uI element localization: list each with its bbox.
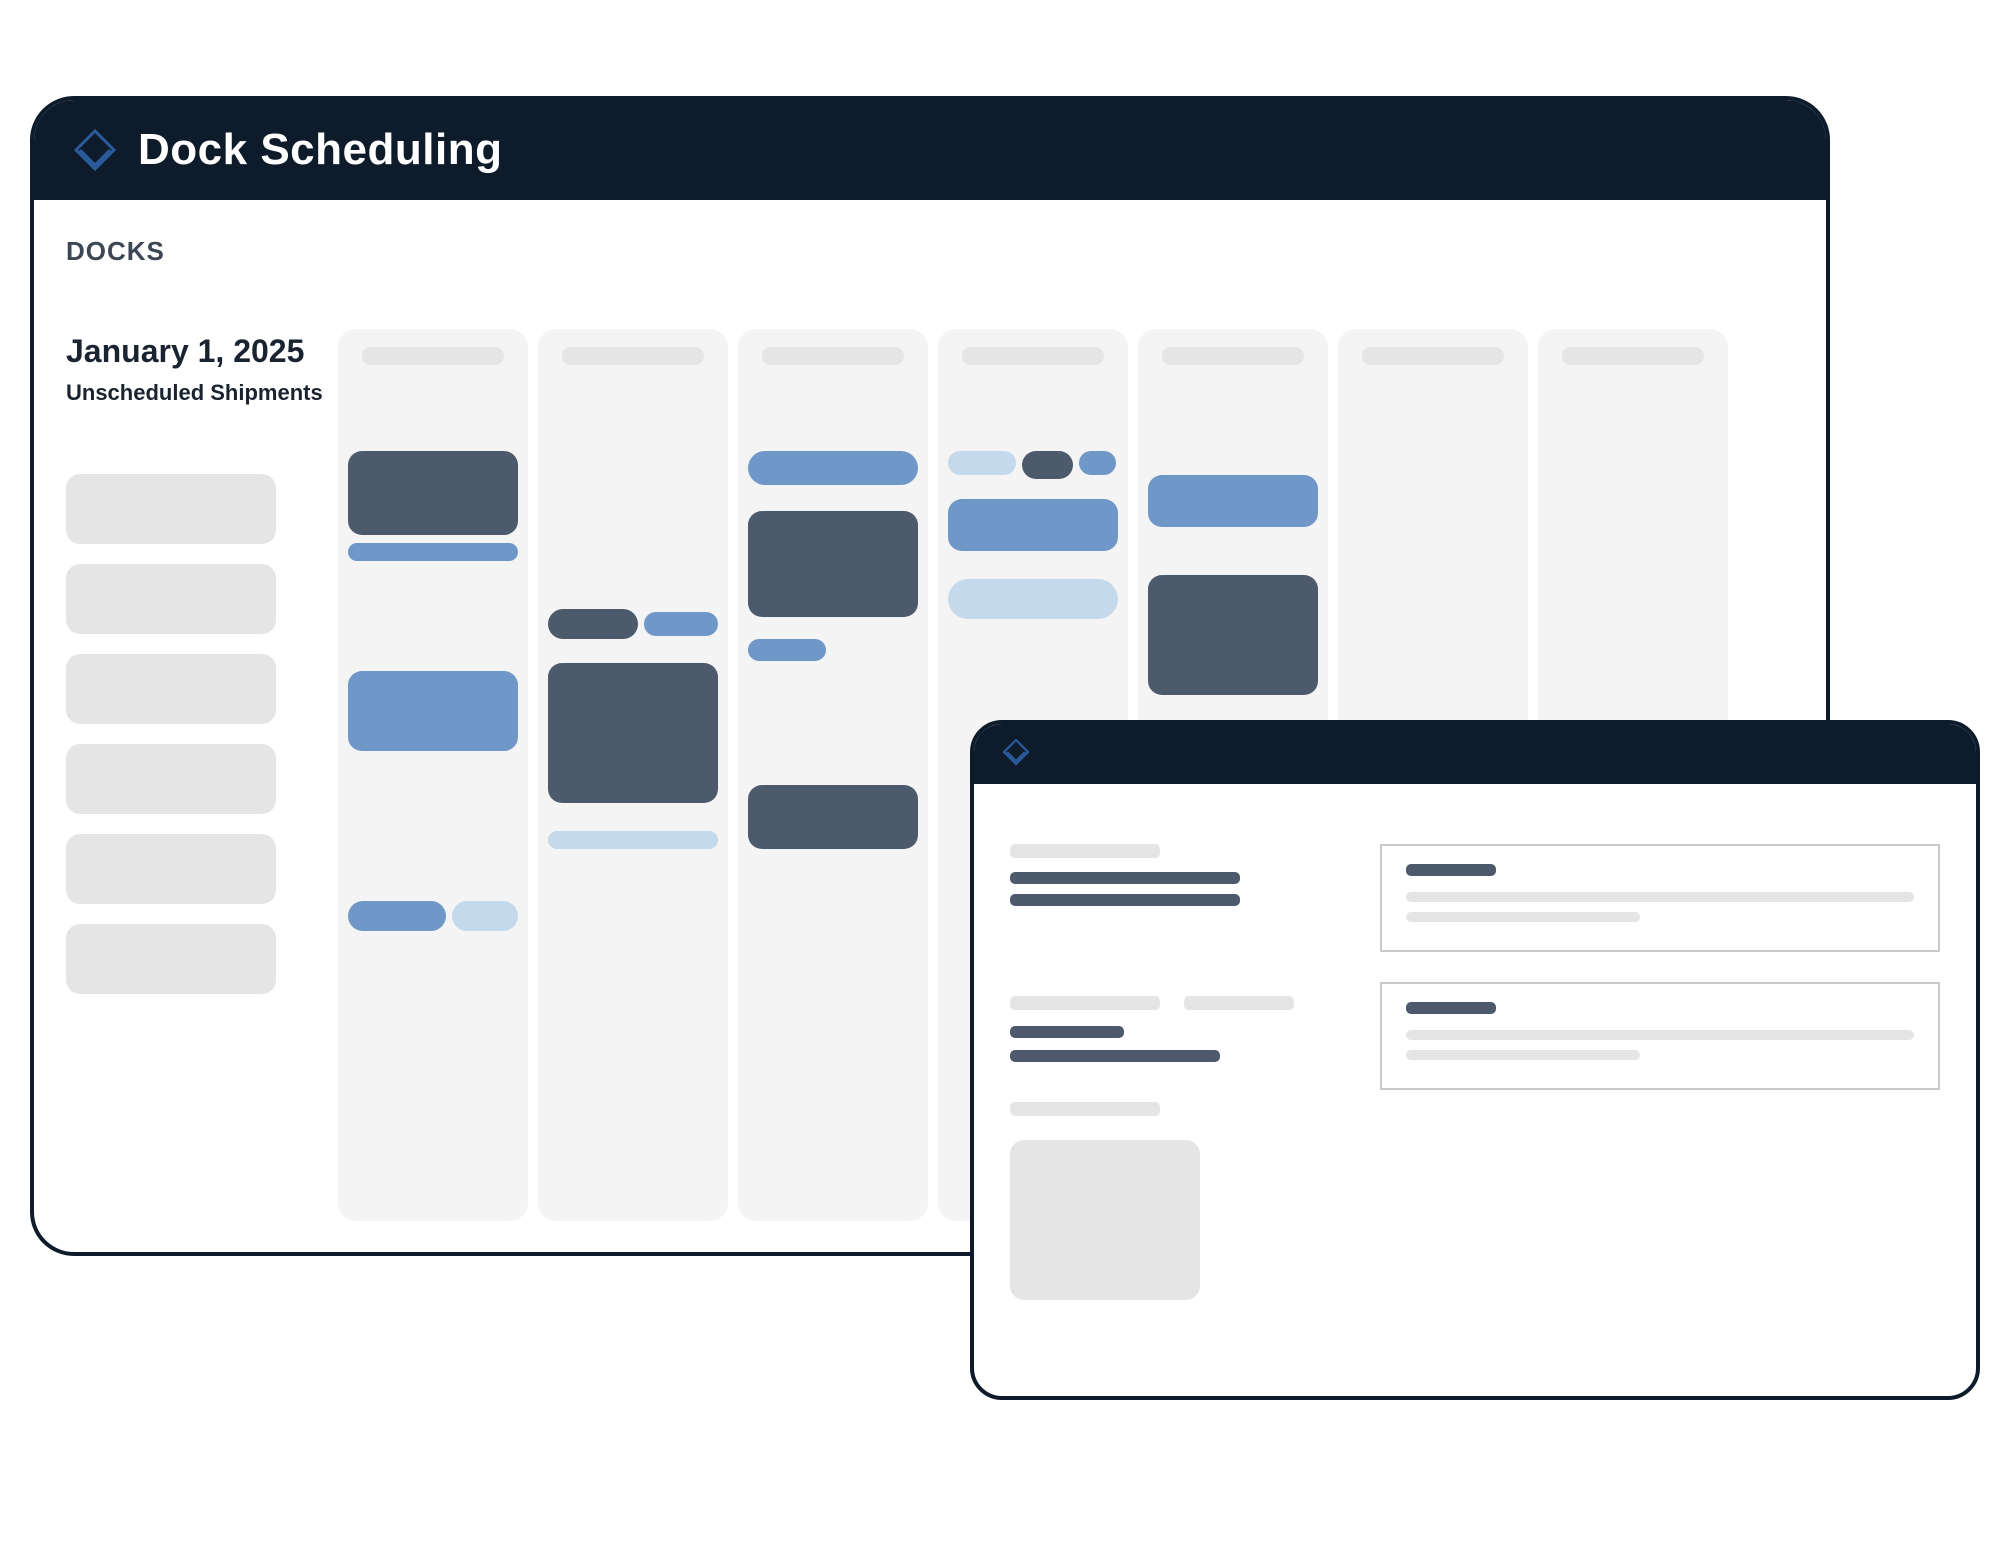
main-window-header: Dock Scheduling: [34, 100, 1826, 200]
dock-column-header: [362, 347, 504, 365]
field-label: [1010, 1102, 1160, 1116]
card-line: [1406, 892, 1914, 902]
dock-column-header: [762, 347, 904, 365]
dock-column-header: [1162, 347, 1304, 365]
field-value: [1010, 872, 1240, 884]
card-title: [1406, 1002, 1496, 1014]
appointment-block[interactable]: [748, 451, 918, 485]
field-label: [1010, 996, 1160, 1010]
dock-column[interactable]: [738, 329, 928, 1221]
appointment-block[interactable]: [748, 639, 826, 661]
appointment-block[interactable]: [548, 609, 638, 639]
card-title: [1406, 864, 1496, 876]
appointment-block[interactable]: [548, 663, 718, 803]
info-card[interactable]: [1380, 982, 1940, 1090]
section-label: DOCKS: [66, 236, 1794, 267]
dock-column[interactable]: [538, 329, 728, 1221]
dock-column-header: [1362, 347, 1504, 365]
field-label: [1184, 996, 1294, 1010]
unscheduled-shipment[interactable]: [66, 654, 276, 724]
appointment-block[interactable]: [452, 901, 518, 931]
field-value: [1010, 1026, 1124, 1038]
thumbnail[interactable]: [1010, 1140, 1200, 1300]
dock-column[interactable]: [338, 329, 528, 1221]
appointment-block[interactable]: [348, 451, 518, 535]
current-date: January 1, 2025: [66, 333, 328, 370]
detail-body: [974, 784, 1976, 1336]
dock-column-body: [548, 381, 718, 1221]
unscheduled-shipment[interactable]: [66, 474, 276, 544]
dock-column-header: [962, 347, 1104, 365]
appointment-block[interactable]: [644, 612, 718, 636]
unscheduled-shipment[interactable]: [66, 744, 276, 814]
appointment-block[interactable]: [1079, 451, 1116, 475]
appointment-block[interactable]: [548, 831, 718, 849]
app-logo-icon: [1002, 738, 1030, 771]
shipment-detail-window: [970, 720, 1980, 1400]
dock-column-body: [348, 381, 518, 1221]
appointment-block[interactable]: [948, 451, 1016, 475]
field-label: [1010, 844, 1160, 858]
appointment-block[interactable]: [948, 579, 1118, 619]
app-logo-icon: [74, 129, 116, 171]
appointment-block[interactable]: [1148, 575, 1318, 695]
appointment-block[interactable]: [1148, 475, 1318, 527]
dock-column-header: [562, 347, 704, 365]
field-value: [1010, 1050, 1220, 1062]
unscheduled-shipment[interactable]: [66, 834, 276, 904]
unscheduled-list: [66, 474, 328, 994]
appointment-block[interactable]: [348, 901, 446, 931]
appointment-block[interactable]: [748, 785, 918, 849]
info-card[interactable]: [1380, 844, 1940, 952]
appointment-block[interactable]: [948, 499, 1118, 551]
appointment-block[interactable]: [348, 543, 518, 561]
appointment-block[interactable]: [748, 511, 918, 617]
card-line: [1406, 1050, 1640, 1060]
unscheduled-heading: Unscheduled Shipments: [66, 380, 328, 406]
dock-column-body: [748, 381, 918, 1221]
unscheduled-shipment[interactable]: [66, 924, 276, 994]
detail-left-panel: [1010, 844, 1350, 1300]
card-line: [1406, 912, 1640, 922]
detail-window-header: [974, 724, 1976, 784]
field-value: [1010, 894, 1240, 906]
card-line: [1406, 1030, 1914, 1040]
dock-column-header: [1562, 347, 1704, 365]
detail-right-panel: [1380, 844, 1940, 1300]
appointment-block[interactable]: [1022, 451, 1073, 479]
appointment-block[interactable]: [348, 671, 518, 751]
unscheduled-shipment[interactable]: [66, 564, 276, 634]
app-title: Dock Scheduling: [138, 125, 502, 175]
sidebar: January 1, 2025 Unscheduled Shipments: [66, 329, 328, 1221]
